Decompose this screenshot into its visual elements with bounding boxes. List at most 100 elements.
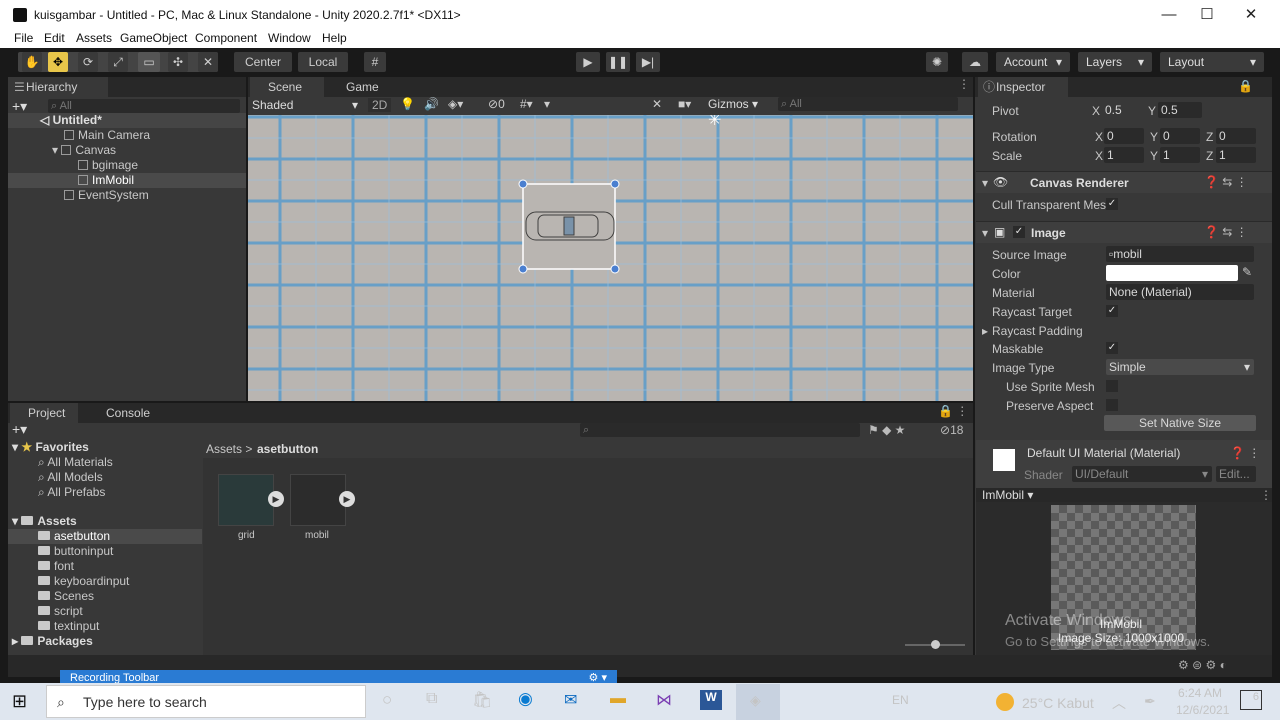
folder-script[interactable]: script [38,604,83,619]
transform-tool-icon[interactable]: ✣ [168,52,188,72]
tools-icon[interactable]: ✕ [652,97,662,111]
folder-asetbutton[interactable]: asetbutton [38,529,110,544]
rotation-z-field[interactable]: 0 [1216,128,1256,144]
weather-text[interactable]: 25°C Kabut [1022,695,1094,711]
scene-item[interactable]: ◁ Untitled* [40,113,102,128]
hierarchy-item-canvas[interactable]: ▾ Canvas [52,143,116,158]
word-icon[interactable]: W [700,690,722,710]
image-enabled-checkbox[interactable]: ✓ [1013,226,1025,238]
raycast-target-checkbox[interactable]: ✓ [1106,305,1118,317]
pivot-center-button[interactable]: Center [234,52,292,72]
create-icon[interactable]: +▾ [12,421,27,438]
preview-title-dropdown[interactable]: ImMobil ▾ [982,488,1033,502]
scale-tool-icon[interactable]: ⤢ [108,52,128,72]
mail-icon[interactable]: ✉ [564,690,577,710]
scale-z-field[interactable]: 1 [1216,147,1256,163]
color-field[interactable] [1106,265,1238,281]
packages-foldout[interactable]: ▸ Packages [12,634,93,649]
folder-buttoninput[interactable]: buttoninput [38,544,113,559]
hand-tool-icon[interactable]: ✋ [22,52,42,72]
fav-all-prefabs[interactable]: ⌕ All Prefabs [38,485,105,500]
hidden-objects-icon[interactable]: ⊘0 [488,97,505,111]
material-field[interactable]: None (Material) [1106,284,1254,300]
clock-date[interactable]: 12/6/2021 [1176,703,1229,717]
shader-edit-button[interactable]: Edit... [1216,466,1256,482]
scene-menu-icon[interactable]: ▾ [544,97,550,111]
folder-font[interactable]: font [38,559,74,574]
task-view-icon[interactable]: ⧉ [426,690,437,708]
pivot-y-field[interactable]: 0.5 [1158,102,1202,118]
maskable-checkbox[interactable]: ✓ [1106,342,1118,354]
scene-search-input[interactable]: ⌕ All [778,97,958,111]
pen-icon[interactable]: ✒ [1144,693,1156,710]
expand-icon[interactable]: ▶ [268,491,284,507]
tab-project[interactable]: Project [10,403,78,423]
set-native-size-button[interactable]: Set Native Size [1104,415,1256,431]
store-icon[interactable]: 🛍 [472,690,492,710]
favorites-foldout[interactable]: ▾ ★ Favorites [12,440,89,455]
zoom-slider-handle[interactable] [931,640,940,649]
scale-x-field[interactable]: 1 [1104,147,1144,163]
explorer-icon[interactable]: ▬ [610,690,626,708]
layout-dropdown[interactable]: Layout [1160,52,1264,72]
hierarchy-item-immobil[interactable]: ImMobil [78,173,134,188]
taskbar-search[interactable]: ⌕ Type here to search [46,685,366,718]
play-button[interactable]: ▶ [576,52,600,72]
windows-start-icon[interactable]: ⊞ [12,691,27,712]
menu-component[interactable]: Component [195,31,257,45]
rotate-tool-icon[interactable]: ⟳ [78,52,98,72]
close-button[interactable]: ✕ [1228,0,1274,30]
pivot-local-button[interactable]: Local [298,52,348,72]
asset-thumb-grid[interactable] [218,474,274,526]
layers-dropdown[interactable]: Layers [1078,52,1152,72]
tab-scene[interactable]: Scene [250,77,324,97]
visual-studio-icon[interactable]: ⋈ [656,690,672,710]
step-button[interactable]: ▶| [636,52,660,72]
breadcrumb-root[interactable]: Assets > [206,442,252,456]
rotation-y-field[interactable]: 0 [1160,128,1200,144]
help-icon[interactable]: ❓ ⇆ ⋮ [1204,175,1248,189]
notification-icon[interactable]: 6 [1240,690,1262,710]
2d-toggle[interactable]: 2D [368,98,392,112]
scale-y-field[interactable]: 1 [1160,147,1200,163]
camera-icon[interactable]: ■▾ [678,97,691,111]
shader-dropdown[interactable]: UI/Default ▾ [1072,466,1212,482]
folder-keyboardinput[interactable]: keyboardinput [38,574,129,589]
image-type-dropdown[interactable]: Simple ▾ [1106,359,1254,375]
menu-assets[interactable]: Assets [76,31,112,45]
recording-toolbar[interactable]: Recording Toolbar ⚙ ▾ [60,670,617,684]
gizmos-dropdown[interactable]: Gizmos ▾ [708,97,758,111]
raycast-padding-foldout[interactable]: Raycast Padding [992,324,1083,338]
preview-more-icon[interactable]: ⋮ [1260,488,1272,502]
menu-file[interactable]: File [14,31,33,45]
fav-all-materials[interactable]: ⌕ All Materials [38,455,113,470]
grid-snap-icon[interactable]: # [364,52,386,72]
hierarchy-item-eventsystem[interactable]: EventSystem [64,188,149,203]
preserve-aspect-checkbox[interactable] [1106,399,1118,411]
expand-icon[interactable]: ▶ [339,491,355,507]
edge-icon[interactable]: ◉ [518,689,533,709]
use-sprite-mesh-checkbox[interactable] [1106,380,1118,392]
eyedropper-icon[interactable]: ✎ [1242,265,1252,279]
shading-dropdown[interactable]: Shaded ▾ [252,97,358,113]
tab-game[interactable]: Game [328,77,398,97]
menu-edit[interactable]: Edit [44,31,65,45]
move-tool-icon[interactable]: ✥ [48,52,68,72]
hidden-count[interactable]: ⊘18 [940,423,963,437]
cloud-icon[interactable]: ☁ [962,52,988,72]
audio-icon[interactable]: 🔊 [424,97,439,111]
more-icon[interactable]: ⋮ [958,77,970,91]
grid-icon[interactable]: #▾ [520,97,533,111]
pause-button[interactable]: ❚❚ [606,52,630,72]
account-dropdown[interactable]: Account [996,52,1070,72]
help-icon[interactable]: ❓ ⋮ [1230,446,1260,460]
filter-icons[interactable]: ⚑ ◆ ★ [868,423,905,437]
clock-time[interactable]: 6:24 AM [1178,686,1222,700]
hierarchy-item-bgimage[interactable]: bgimage [78,158,138,173]
custom-tool-icon[interactable]: ✕ [198,52,218,72]
source-image-field[interactable]: ▫mobil [1106,246,1254,262]
cull-checkbox[interactable]: ✓ [1106,198,1118,210]
asset-thumb-mobil[interactable] [290,474,346,526]
tray-chevron-icon[interactable]: ︿ [1112,693,1126,713]
menu-window[interactable]: Window [268,31,311,45]
